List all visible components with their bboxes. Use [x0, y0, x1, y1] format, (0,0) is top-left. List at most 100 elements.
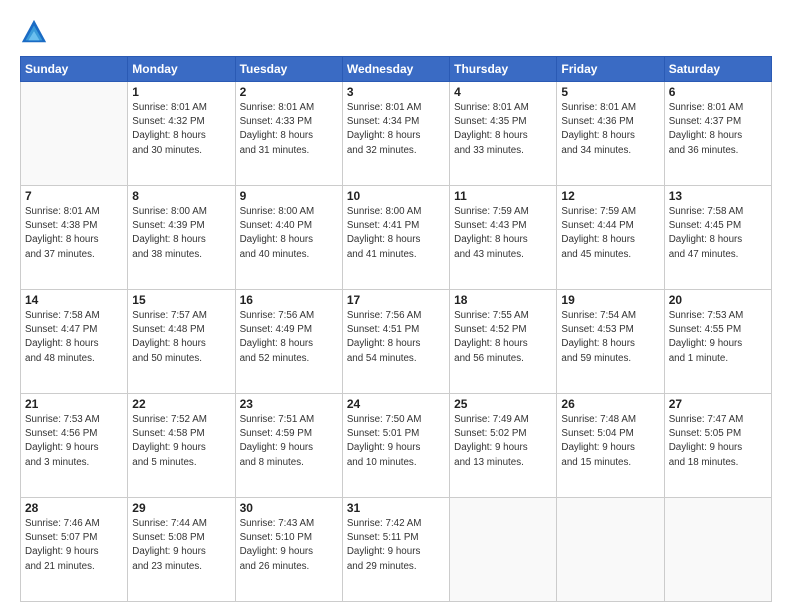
day-info: Sunrise: 7:53 AMSunset: 4:55 PMDaylight:… [669, 309, 767, 366]
day-number: 10 [347, 189, 445, 203]
logo [20, 18, 52, 46]
calendar-cell: 16 Sunrise: 7:56 AMSunset: 4:49 PMDayligh… [235, 290, 342, 394]
day-info: Sunrise: 8:01 AMSunset: 4:36 PMDaylight:… [561, 101, 659, 158]
day-number: 24 [347, 397, 445, 411]
calendar-cell: 17 Sunrise: 7:56 AMSunset: 4:51 PMDayligh… [342, 290, 449, 394]
day-info: Sunrise: 7:51 AMSunset: 4:59 PMDaylight:… [240, 413, 338, 470]
day-number: 26 [561, 397, 659, 411]
calendar-cell: 2 Sunrise: 8:01 AMSunset: 4:33 PMDaylight… [235, 82, 342, 186]
calendar-cell: 10 Sunrise: 8:00 AMSunset: 4:41 PMDayligh… [342, 186, 449, 290]
calendar-header-tuesday: Tuesday [235, 57, 342, 82]
calendar-cell: 7Sunrise: 8:01 AMSunset: 4:38 PMDaylight… [21, 186, 128, 290]
day-number: 4 [454, 85, 552, 99]
day-number: 11 [454, 189, 552, 203]
calendar-cell: 29 Sunrise: 7:44 AMSunset: 5:08 PMDayligh… [128, 498, 235, 602]
logo-icon [20, 18, 48, 46]
day-number: 2 [240, 85, 338, 99]
day-number: 29 [132, 501, 230, 515]
calendar-cell [450, 498, 557, 602]
day-info: Sunrise: 8:00 AMSunset: 4:41 PMDaylight:… [347, 205, 445, 262]
day-number: 13 [669, 189, 767, 203]
calendar-cell: 21Sunrise: 7:53 AMSunset: 4:56 PMDayligh… [21, 394, 128, 498]
day-info: Sunrise: 7:50 AMSunset: 5:01 PMDaylight:… [347, 413, 445, 470]
calendar-cell: 1 Sunrise: 8:01 AMSunset: 4:32 PMDaylight… [128, 82, 235, 186]
day-info: Sunrise: 8:00 AMSunset: 4:40 PMDaylight:… [240, 205, 338, 262]
calendar-cell: 11 Sunrise: 7:59 AMSunset: 4:43 PMDayligh… [450, 186, 557, 290]
day-info: Sunrise: 7:58 AMSunset: 4:47 PMDaylight:… [25, 309, 123, 366]
calendar-cell: 14 Sunrise: 7:58 AMSunset: 4:47 PMDayligh… [21, 290, 128, 394]
day-number: 17 [347, 293, 445, 307]
day-number: 15 [132, 293, 230, 307]
calendar-cell: 3 Sunrise: 8:01 AMSunset: 4:34 PMDaylight… [342, 82, 449, 186]
day-info: Sunrise: 7:53 AMSunset: 4:56 PMDaylight:… [25, 413, 123, 470]
day-info: Sunrise: 7:56 AMSunset: 4:49 PMDaylight:… [240, 309, 338, 366]
day-info: Sunrise: 7:44 AMSunset: 5:08 PMDaylight:… [132, 517, 230, 574]
day-info: Sunrise: 7:56 AMSunset: 4:51 PMDaylight:… [347, 309, 445, 366]
calendar-cell: 9 Sunrise: 8:00 AMSunset: 4:40 PMDaylight… [235, 186, 342, 290]
calendar-week-row: 21Sunrise: 7:53 AMSunset: 4:56 PMDayligh… [21, 394, 772, 498]
calendar-cell: 13 Sunrise: 7:58 AMSunset: 4:45 PMDayligh… [664, 186, 771, 290]
day-number: 18 [454, 293, 552, 307]
day-info: Sunrise: 7:42 AMSunset: 5:11 PMDaylight:… [347, 517, 445, 574]
day-number: 30 [240, 501, 338, 515]
calendar-cell: 12 Sunrise: 7:59 AMSunset: 4:44 PMDayligh… [557, 186, 664, 290]
calendar-table: SundayMondayTuesdayWednesdayThursdayFrid… [20, 56, 772, 602]
day-number: 31 [347, 501, 445, 515]
day-info: Sunrise: 7:59 AMSunset: 4:44 PMDaylight:… [561, 205, 659, 262]
calendar-week-row: 14 Sunrise: 7:58 AMSunset: 4:47 PMDayligh… [21, 290, 772, 394]
calendar-cell: 20Sunrise: 7:53 AMSunset: 4:55 PMDayligh… [664, 290, 771, 394]
day-number: 22 [132, 397, 230, 411]
calendar-week-row: 28Sunrise: 7:46 AMSunset: 5:07 PMDayligh… [21, 498, 772, 602]
day-number: 28 [25, 501, 123, 515]
calendar-cell: 22 Sunrise: 7:52 AMSunset: 4:58 PMDayligh… [128, 394, 235, 498]
day-info: Sunrise: 7:47 AMSunset: 5:05 PMDaylight:… [669, 413, 767, 470]
page: SundayMondayTuesdayWednesdayThursdayFrid… [0, 0, 792, 612]
day-number: 19 [561, 293, 659, 307]
day-info: Sunrise: 7:55 AMSunset: 4:52 PMDaylight:… [454, 309, 552, 366]
day-number: 8 [132, 189, 230, 203]
day-number: 5 [561, 85, 659, 99]
day-info: Sunrise: 7:59 AMSunset: 4:43 PMDaylight:… [454, 205, 552, 262]
calendar-cell: 30 Sunrise: 7:43 AMSunset: 5:10 PMDayligh… [235, 498, 342, 602]
day-info: Sunrise: 7:58 AMSunset: 4:45 PMDaylight:… [669, 205, 767, 262]
day-info: Sunrise: 8:01 AMSunset: 4:33 PMDaylight:… [240, 101, 338, 158]
day-number: 3 [347, 85, 445, 99]
calendar-cell: 15 Sunrise: 7:57 AMSunset: 4:48 PMDayligh… [128, 290, 235, 394]
day-number: 16 [240, 293, 338, 307]
calendar-header-thursday: Thursday [450, 57, 557, 82]
calendar-week-row: 7Sunrise: 8:01 AMSunset: 4:38 PMDaylight… [21, 186, 772, 290]
day-info: Sunrise: 7:48 AMSunset: 5:04 PMDaylight:… [561, 413, 659, 470]
day-info: Sunrise: 7:52 AMSunset: 4:58 PMDaylight:… [132, 413, 230, 470]
calendar-cell: 8Sunrise: 8:00 AMSunset: 4:39 PMDaylight… [128, 186, 235, 290]
day-info: Sunrise: 8:01 AMSunset: 4:34 PMDaylight:… [347, 101, 445, 158]
calendar-header-monday: Monday [128, 57, 235, 82]
calendar-header-sunday: Sunday [21, 57, 128, 82]
calendar-cell [21, 82, 128, 186]
calendar-header-friday: Friday [557, 57, 664, 82]
calendar-cell: 6Sunrise: 8:01 AMSunset: 4:37 PMDaylight… [664, 82, 771, 186]
calendar-cell: 18 Sunrise: 7:55 AMSunset: 4:52 PMDayligh… [450, 290, 557, 394]
day-info: Sunrise: 7:43 AMSunset: 5:10 PMDaylight:… [240, 517, 338, 574]
calendar-cell: 5 Sunrise: 8:01 AMSunset: 4:36 PMDaylight… [557, 82, 664, 186]
calendar-week-row: 1 Sunrise: 8:01 AMSunset: 4:32 PMDaylight… [21, 82, 772, 186]
header [20, 18, 772, 46]
calendar-cell: 23 Sunrise: 7:51 AMSunset: 4:59 PMDayligh… [235, 394, 342, 498]
day-number: 7 [25, 189, 123, 203]
day-info: Sunrise: 7:49 AMSunset: 5:02 PMDaylight:… [454, 413, 552, 470]
calendar-cell [664, 498, 771, 602]
day-info: Sunrise: 8:01 AMSunset: 4:35 PMDaylight:… [454, 101, 552, 158]
day-info: Sunrise: 8:01 AMSunset: 4:32 PMDaylight:… [132, 101, 230, 158]
day-info: Sunrise: 7:57 AMSunset: 4:48 PMDaylight:… [132, 309, 230, 366]
day-number: 23 [240, 397, 338, 411]
calendar-cell: 28Sunrise: 7:46 AMSunset: 5:07 PMDayligh… [21, 498, 128, 602]
calendar-cell: 31 Sunrise: 7:42 AMSunset: 5:11 PMDayligh… [342, 498, 449, 602]
day-number: 9 [240, 189, 338, 203]
calendar-cell: 27Sunrise: 7:47 AMSunset: 5:05 PMDayligh… [664, 394, 771, 498]
calendar-cell [557, 498, 664, 602]
day-number: 1 [132, 85, 230, 99]
calendar-header-saturday: Saturday [664, 57, 771, 82]
day-info: Sunrise: 8:01 AMSunset: 4:37 PMDaylight:… [669, 101, 767, 158]
day-number: 14 [25, 293, 123, 307]
calendar-cell: 25Sunrise: 7:49 AMSunset: 5:02 PMDayligh… [450, 394, 557, 498]
day-number: 12 [561, 189, 659, 203]
